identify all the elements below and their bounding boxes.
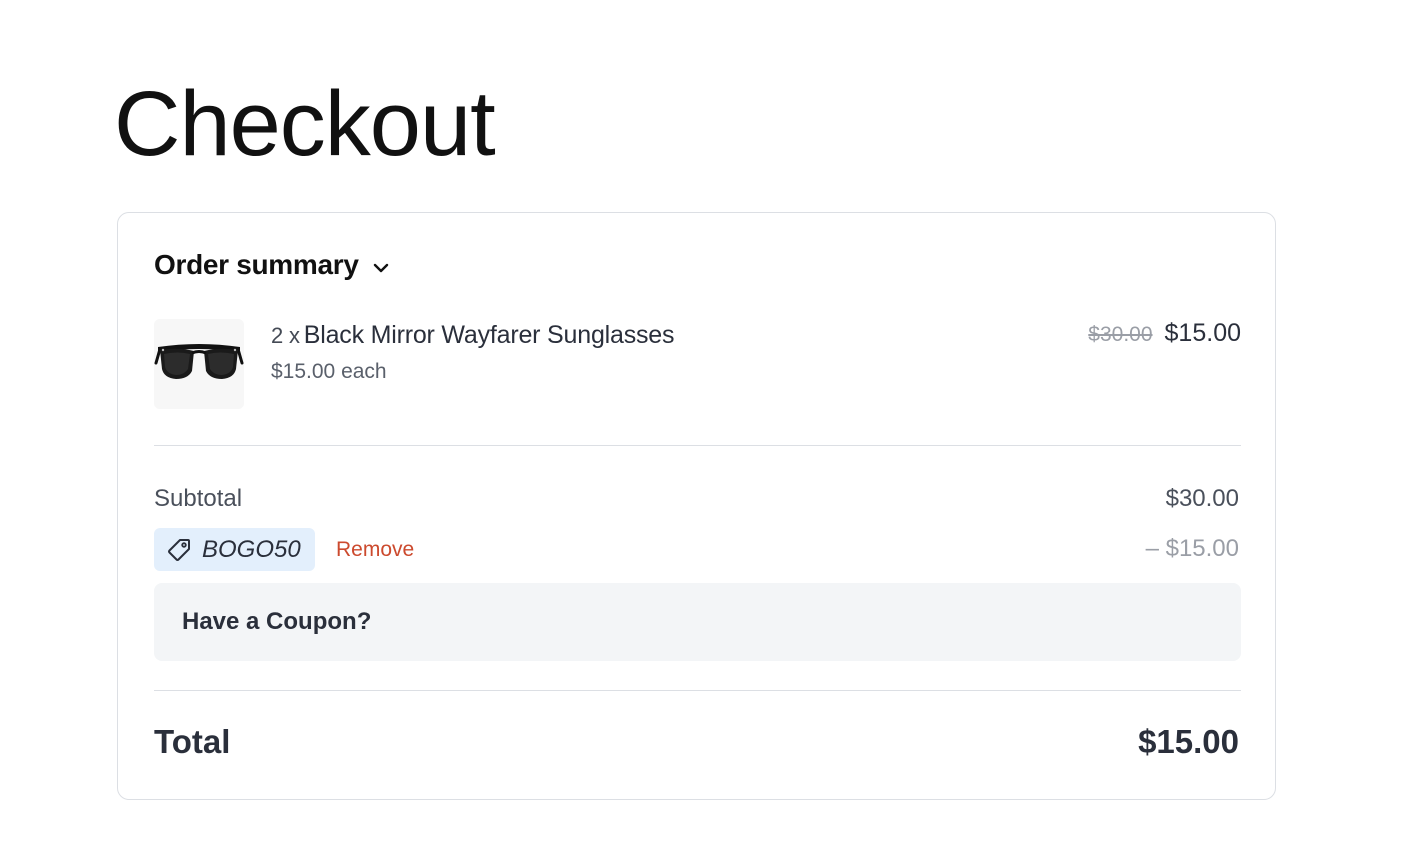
coupon-code: BOGO50 bbox=[202, 535, 301, 563]
divider bbox=[154, 690, 1241, 691]
product-image bbox=[154, 319, 244, 409]
line-item-quantity: 2 x bbox=[271, 323, 300, 348]
order-summary-toggle[interactable]: Order summary bbox=[154, 249, 391, 281]
divider bbox=[154, 445, 1241, 446]
line-item-original-price: $30.00 bbox=[1088, 323, 1153, 346]
sunglasses-icon bbox=[154, 319, 244, 409]
chevron-down-icon bbox=[371, 258, 391, 278]
order-summary-title: Order summary bbox=[154, 249, 359, 280]
line-item-prices: $30.00 $15.00 bbox=[1088, 319, 1241, 348]
tag-icon bbox=[166, 537, 192, 563]
line-item-name: Black Mirror Wayfarer Sunglasses bbox=[303, 321, 675, 349]
line-item-unit-price: $15.00 each bbox=[271, 360, 387, 383]
order-summary-card: Order summary 2 x Black Mirror Wayfarer … bbox=[117, 212, 1276, 800]
checkout-page: Checkout Order summary 2 x Black Mirror … bbox=[0, 0, 1410, 846]
total-label: Total bbox=[154, 723, 231, 760]
discount-value: – $15.00 bbox=[1145, 535, 1239, 562]
applied-coupon-chip: BOGO50 bbox=[154, 528, 315, 571]
subtotal-value: $30.00 bbox=[1165, 485, 1239, 512]
subtotal-label: Subtotal bbox=[154, 485, 243, 512]
page-title: Checkout bbox=[114, 73, 496, 175]
total-value: $15.00 bbox=[1138, 723, 1239, 760]
line-item-title: 2 x Black Mirror Wayfarer Sunglasses bbox=[271, 321, 675, 350]
have-coupon-label: Have a Coupon? bbox=[182, 608, 372, 635]
line-item-info: 2 x Black Mirror Wayfarer Sunglasses $15.… bbox=[271, 321, 675, 384]
line-item: 2 x Black Mirror Wayfarer Sunglasses $15.… bbox=[154, 319, 1241, 411]
line-item-price: $15.00 bbox=[1164, 319, 1241, 347]
have-coupon-button[interactable]: Have a Coupon? bbox=[154, 583, 1241, 661]
remove-coupon-link[interactable]: Remove bbox=[336, 538, 414, 562]
